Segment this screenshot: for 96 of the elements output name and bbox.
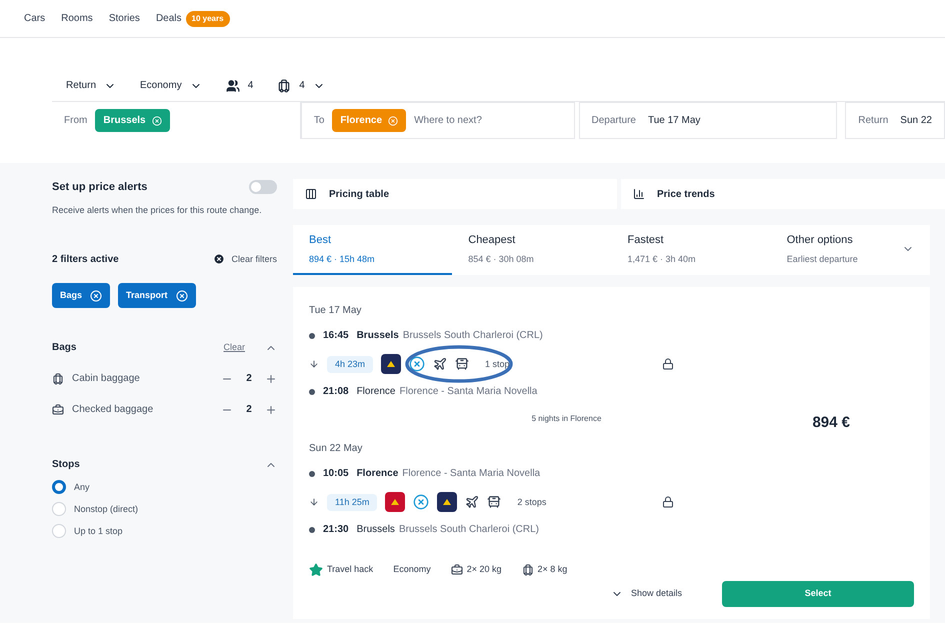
baggage-count: 2: [245, 403, 253, 418]
transfer-icon: [409, 356, 426, 372]
plane-icon: [465, 495, 480, 509]
price: 894 €: [812, 413, 850, 433]
trip-type-dropdown[interactable]: Return: [66, 78, 116, 93]
radio-label: Nonstop (direct): [74, 502, 138, 516]
bar-chart-icon: [633, 188, 645, 200]
suitcase-icon: [450, 564, 463, 576]
origin-chip: Brussels: [95, 109, 170, 132]
radio-label: Any: [74, 480, 90, 494]
lock-icon: [662, 496, 674, 508]
destination-field[interactable]: To Florence Where to next?: [300, 102, 574, 139]
star-icon: [309, 563, 323, 577]
arrival-station: Florence - Santa Maria Novella: [399, 387, 538, 397]
baggage-label: Cabin baggage: [72, 372, 141, 386]
duration-badge: 4h 23m: [327, 356, 374, 372]
stay-label: 5 nights in Florence: [532, 413, 602, 425]
remove-icon[interactable]: [388, 116, 398, 126]
fare-tag: Travel hack: [309, 563, 374, 577]
arrow-down-icon: [309, 359, 319, 369]
field-label: To: [314, 114, 324, 128]
arrival-time: 21:30: [323, 525, 349, 535]
sort-tab[interactable]: Fastest 1,471 € · 3h 40m: [612, 225, 771, 275]
clear-link[interactable]: Clear: [223, 341, 245, 355]
sort-tab[interactable]: Best 894 € · 15h 48m: [293, 225, 452, 275]
luggage-icon: [522, 564, 534, 576]
filter-chip[interactable]: Bags: [52, 282, 110, 308]
transfer-icon: [413, 494, 430, 510]
plane-icon: [433, 357, 448, 371]
bus-icon: [455, 357, 470, 371]
increase-button[interactable]: [265, 372, 277, 385]
luggage-icon: [52, 372, 64, 385]
passengers-dropdown[interactable]: 4: [226, 78, 254, 93]
field-label: Return: [858, 114, 888, 128]
sort-tab[interactable]: Cheapest 854 € · 30h 08m: [452, 225, 612, 275]
nav-badge: 10 years: [186, 10, 230, 26]
show-details-button[interactable]: Show details: [610, 587, 682, 601]
section-title: Set up price alerts: [52, 180, 148, 195]
clear-filters-button[interactable]: Clear filters: [213, 252, 277, 266]
section-title: Stops: [52, 458, 80, 472]
destination-chip: Florence: [332, 109, 406, 132]
lock-icon: [662, 358, 674, 370]
toggle-switch[interactable]: [249, 180, 277, 194]
filter-chip[interactable]: Transport: [118, 282, 196, 308]
baggage-count: 2: [245, 372, 253, 386]
remove-icon[interactable]: [152, 116, 162, 126]
bus-icon: [487, 495, 502, 509]
remove-icon: [90, 290, 102, 302]
arrival-city: Florence: [356, 387, 396, 397]
departure-station: Florence - Santa Maria Novella: [402, 469, 540, 479]
field-value: Tue 17 May: [648, 114, 700, 128]
arrival-time: 21:08: [323, 387, 349, 397]
duration-badge: 11h 25m: [327, 494, 378, 510]
table-icon: [305, 188, 317, 200]
description-text: Receive alerts when the prices for this route change.: [52, 204, 263, 216]
people-icon: [226, 78, 240, 92]
destination-input[interactable]: Where to next?: [414, 113, 514, 128]
return-field[interactable]: Return Sun 22: [845, 102, 945, 139]
departure-station: Brussels South Charleroi (CRL): [402, 331, 543, 341]
fare-tag: Economy: [393, 563, 431, 577]
radio-label: Up to 1 stop: [74, 524, 123, 538]
leg-date: Tue 17 May: [309, 304, 362, 318]
origin-field[interactable]: From Brussels: [52, 102, 301, 139]
leg-date: Sun 22 May: [309, 442, 364, 456]
clear-icon: [213, 253, 226, 266]
departure-city: Florence: [356, 469, 398, 479]
departure-field[interactable]: Departure Tue 17 May: [578, 102, 838, 139]
baggage-label: Checked baggage: [72, 403, 154, 418]
fare-tag: 2× 8 kg: [522, 563, 568, 577]
stops-count: 2 stops: [517, 498, 546, 506]
arrival-station: Brussels South Charleroi (CRL): [398, 525, 539, 535]
suitcase-icon: [52, 404, 64, 416]
bags-dropdown[interactable]: 4: [277, 78, 325, 93]
field-label: Departure: [592, 114, 636, 128]
remove-icon: [176, 290, 188, 302]
nav-link[interactable]: Cars: [24, 11, 46, 26]
view-tab[interactable]: Price trends: [621, 179, 945, 209]
view-tab[interactable]: Pricing table: [293, 179, 617, 209]
cabin-dropdown[interactable]: Economy: [140, 78, 202, 93]
departure-time: 10:05: [323, 469, 349, 479]
increase-button[interactable]: [265, 404, 277, 416]
nav-link[interactable]: Rooms: [61, 11, 93, 26]
field-value: Sun 22: [900, 114, 932, 128]
sort-tab[interactable]: Other options Earliest departure: [770, 225, 930, 275]
nav-link[interactable]: Deals 10 years: [156, 10, 230, 26]
field-label: From: [64, 114, 88, 128]
nav-link[interactable]: Stories: [108, 11, 140, 26]
radio-button[interactable]: [52, 480, 66, 494]
luggage-icon: [277, 78, 292, 92]
arrow-down-icon: [309, 497, 319, 507]
arrival-city: Brussels: [356, 525, 395, 535]
departure-city: Brussels: [356, 331, 399, 341]
section-title: Bags: [52, 341, 76, 356]
departure-time: 16:45: [323, 331, 349, 341]
filters-count: 2 filters active: [52, 252, 119, 267]
fare-tag: 2× 20 kg: [450, 563, 502, 577]
